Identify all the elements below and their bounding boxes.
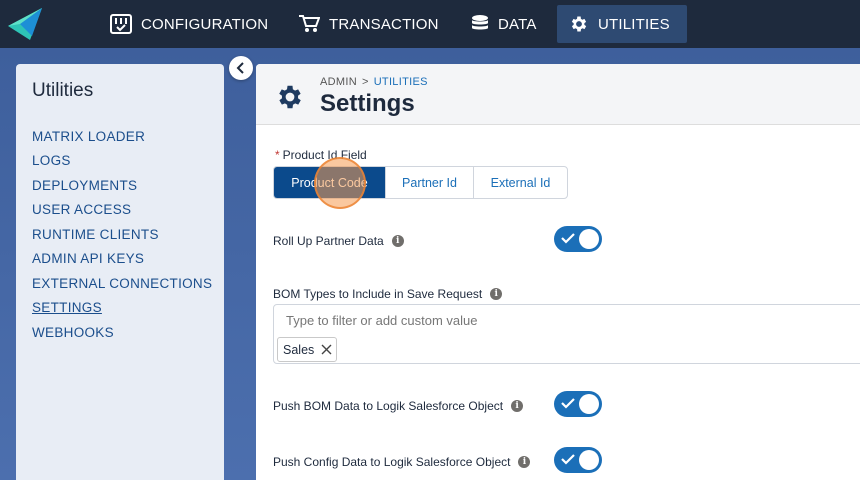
close-icon (321, 344, 332, 355)
sidebar-item-settings[interactable]: SETTINGS (32, 300, 102, 315)
product-id-field-label: * Product Id Field (275, 148, 367, 162)
partner-id-option[interactable]: Partner Id (386, 167, 474, 198)
check-icon (561, 454, 575, 465)
sidebar-item-external-connections[interactable]: EXTERNAL CONNECTIONS (32, 276, 212, 291)
sidebar-item-admin-api-keys[interactable]: ADMIN API KEYS (32, 251, 144, 266)
nav-utilities[interactable]: UTILITIES (557, 5, 687, 43)
bom-types-label: BOM Types to Include in Save Request i (273, 287, 503, 301)
breadcrumb-separator: > (361, 76, 369, 88)
push-bom-toggle[interactable] (554, 391, 602, 417)
check-icon (561, 233, 575, 244)
settings-gear-icon (279, 85, 301, 109)
bom-types-filter-input[interactable] (286, 313, 686, 328)
configuration-icon (110, 14, 132, 34)
push-bom-label: Push BOM Data to Logik Salesforce Object… (273, 399, 524, 413)
sidebar-title: Utilities (32, 80, 94, 101)
page-title: Settings (320, 90, 415, 117)
info-icon[interactable]: i (391, 235, 404, 247)
roll-up-partner-data-toggle[interactable] (554, 226, 602, 252)
cart-icon (299, 15, 320, 32)
push-config-label-text: Push Config Data to Logik Salesforce Obj… (273, 455, 511, 469)
nav-transaction-label: TRANSACTION (329, 15, 439, 33)
remove-tag-button[interactable] (321, 344, 332, 355)
main-panel (256, 64, 860, 480)
info-icon[interactable]: i (490, 288, 503, 300)
sidebar-item-deployments[interactable]: DEPLOYMENTS (32, 178, 137, 193)
sidebar-item-logs[interactable]: LOGS (32, 153, 71, 168)
breadcrumb: ADMIN > UTILITIES (320, 76, 428, 88)
roll-up-label-text: Roll Up Partner Data (273, 234, 384, 248)
check-icon (561, 398, 575, 409)
product-code-option[interactable]: Product Code (274, 167, 386, 198)
product-id-label-text: Product Id Field (282, 148, 367, 162)
push-config-label: Push Config Data to Logik Salesforce Obj… (273, 455, 531, 469)
gear-icon (571, 16, 587, 32)
required-marker: * (275, 148, 280, 162)
push-bom-label-text: Push BOM Data to Logik Salesforce Object (273, 399, 504, 413)
push-config-toggle[interactable] (554, 447, 602, 473)
bom-types-label-text: BOM Types to Include in Save Request (273, 287, 483, 301)
nav-utilities-label: UTILITIES (598, 15, 670, 33)
info-icon[interactable]: i (511, 400, 524, 412)
nav-data[interactable]: DATA (459, 5, 549, 43)
sidebar (16, 64, 224, 480)
nav-configuration-label: CONFIGURATION (141, 15, 269, 33)
logik-logo[interactable] (6, 6, 52, 42)
nav-configuration[interactable]: CONFIGURATION (98, 5, 280, 43)
sidebar-item-webhooks[interactable]: WEBHOOKS (32, 325, 114, 340)
bom-types-combobox: Sales (273, 304, 860, 364)
breadcrumb-admin[interactable]: ADMIN (320, 76, 357, 88)
tag-pill-label: Sales (283, 342, 315, 357)
chevron-left-icon (236, 62, 244, 74)
product-id-segmented-control: Product Code Partner Id External Id (273, 166, 568, 199)
toggle-knob (579, 394, 599, 414)
tag-pill-sales: Sales (277, 337, 338, 362)
nav-data-label: DATA (498, 15, 537, 33)
sidebar-item-matrix-loader[interactable]: MATRIX LOADER (32, 129, 145, 144)
database-icon (472, 15, 488, 30)
toggle-knob (579, 450, 599, 470)
sidebar-item-user-access[interactable]: USER ACCESS (32, 202, 131, 217)
info-icon[interactable]: i (518, 456, 531, 468)
toggle-knob (579, 229, 599, 249)
roll-up-partner-data-label: Roll Up Partner Data i (273, 234, 404, 248)
external-id-option[interactable]: External Id (474, 167, 567, 198)
breadcrumb-utilities[interactable]: UTILITIES (374, 76, 428, 88)
sidebar-item-runtime-clients[interactable]: RUNTIME CLIENTS (32, 227, 159, 242)
collapse-sidebar-button[interactable] (229, 56, 253, 80)
nav-transaction[interactable]: TRANSACTION (286, 5, 451, 43)
